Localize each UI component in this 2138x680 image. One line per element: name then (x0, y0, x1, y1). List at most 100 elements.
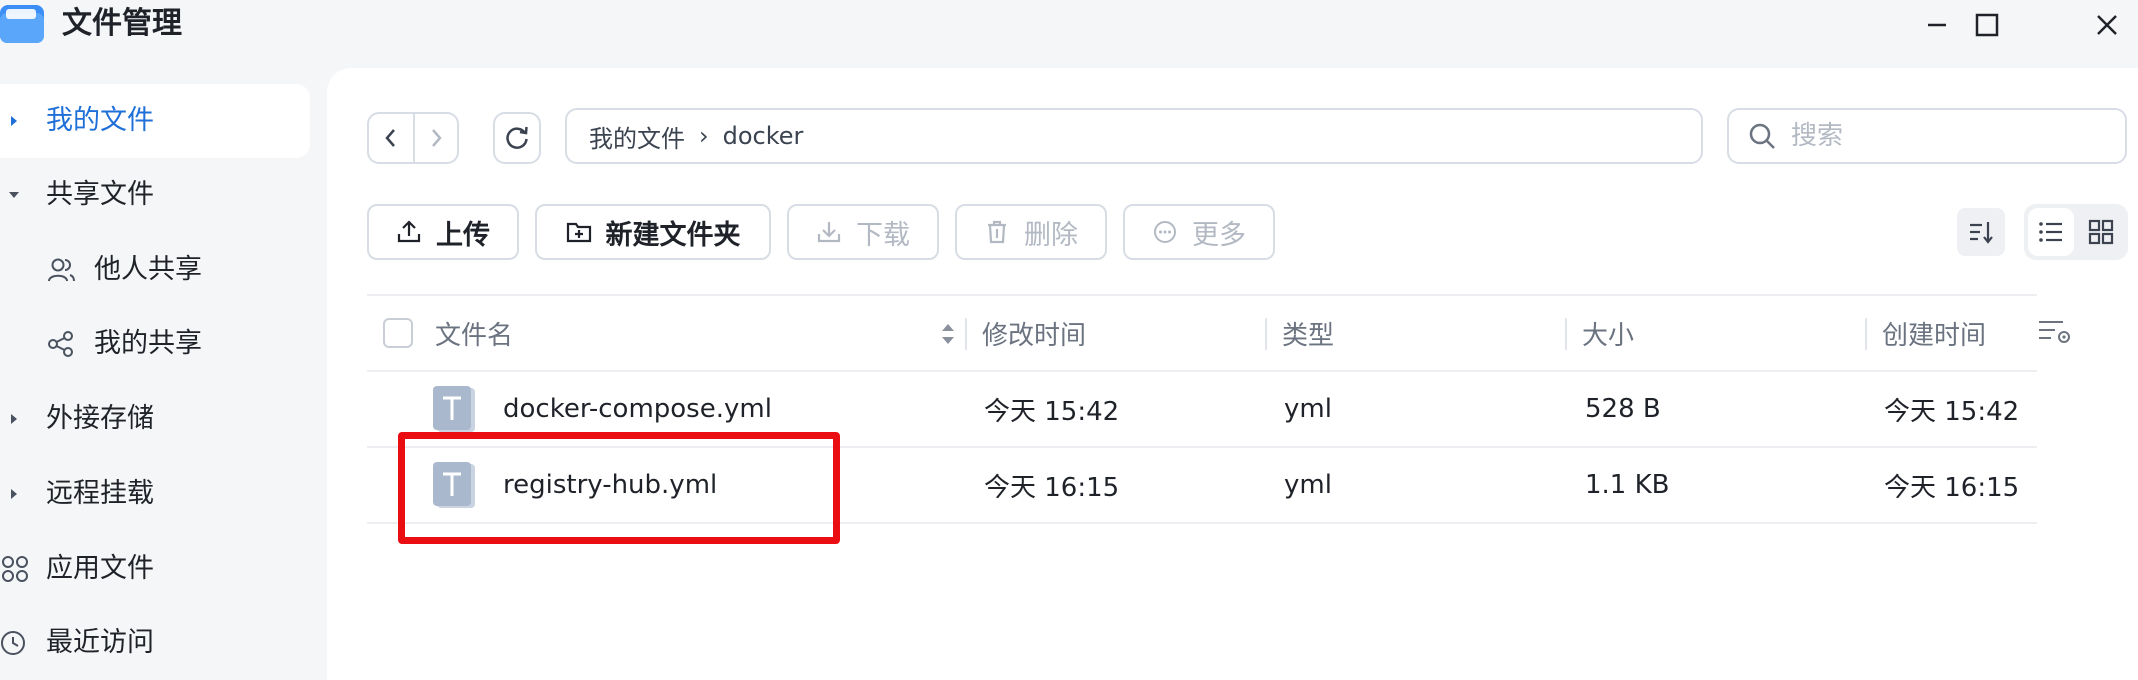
sidebar-item-app-files[interactable]: 应用文件 (0, 532, 310, 606)
file-created: 今天 16:15 (1884, 472, 2020, 503)
column-divider[interactable] (1565, 318, 1567, 350)
sidebar-item-remote-mount[interactable]: 远程挂载 (0, 457, 310, 531)
sort-button[interactable] (1957, 208, 2005, 256)
app-title: 文件管理 (62, 6, 182, 41)
apps-icon (2, 556, 28, 582)
caret-right-icon (11, 489, 17, 499)
column-header-type[interactable]: 类型 (1282, 296, 1334, 370)
sidebar-item-label: 他人共享 (94, 254, 202, 285)
grid-view-icon (2088, 219, 2114, 245)
text-file-icon (433, 462, 475, 508)
refresh-button[interactable] (493, 112, 541, 164)
file-modified: 今天 16:15 (984, 472, 1120, 503)
chevron-right-icon (432, 129, 442, 147)
breadcrumb-root[interactable]: 我的文件 (589, 119, 685, 154)
sidebar-item-label: 应用文件 (46, 553, 154, 584)
sidebar-item-shared-with-me[interactable]: 他人共享 (0, 233, 310, 307)
trash-icon (988, 220, 1006, 244)
delete-button[interactable]: 删除 (955, 204, 1107, 260)
table-row[interactable]: registry-hub.yml 今天 16:15 yml 1.1 KB 今天 … (367, 448, 2037, 524)
breadcrumb[interactable]: 我的文件 › docker (565, 108, 1703, 164)
search-box[interactable] (1727, 108, 2127, 164)
column-header-name[interactable]: 文件名 (435, 296, 513, 370)
new-folder-button[interactable]: 新建文件夹 (535, 204, 771, 260)
sidebar-item-my-shares[interactable]: 我的共享 (0, 307, 310, 381)
table-row[interactable]: docker-compose.yml 今天 15:42 yml 528 B 今天… (367, 372, 2037, 448)
list-view-icon (2039, 222, 2062, 242)
new-folder-label: 新建文件夹 (605, 219, 741, 251)
column-header-label: 文件名 (435, 320, 514, 351)
share-icon (48, 331, 73, 357)
file-type: yml (1284, 394, 1332, 424)
refresh-icon (506, 126, 528, 149)
sidebar-item-label: 外接存储 (46, 403, 154, 434)
upload-label: 上传 (436, 219, 490, 251)
history-nav (367, 112, 459, 164)
more-button[interactable]: 更多 (1123, 204, 1275, 260)
column-header-size[interactable]: 大小 (1582, 296, 1634, 370)
sidebar-item-label: 共享文件 (46, 179, 154, 210)
forward-button[interactable] (413, 114, 457, 162)
sidebar-item-external-storage[interactable]: 外接存储 (0, 382, 310, 456)
sort-arrows-icon[interactable] (939, 320, 957, 348)
column-header-label: 创建时间 (1882, 320, 1987, 351)
close-icon[interactable] (2090, 8, 2124, 42)
column-header-label: 大小 (1582, 320, 1635, 351)
more-icon (1154, 221, 1176, 243)
sidebar-item-label: 最近访问 (46, 627, 154, 658)
maximize-icon[interactable] (1970, 8, 2004, 42)
file-modified: 今天 15:42 (984, 396, 1120, 427)
sort-icon (1970, 222, 1993, 244)
view-toggle (2024, 204, 2128, 260)
caret-down-icon (9, 192, 19, 198)
grid-view-button[interactable] (2078, 208, 2124, 256)
caret-right-icon (11, 116, 17, 126)
sidebar: 我的文件 共享文件 他人共享 我的共享 外接存储 远程挂载 应用文件 最近访问 (0, 68, 325, 680)
upload-icon (397, 220, 421, 243)
sidebar-item-label: 我的文件 (46, 105, 154, 136)
caret-right-icon (11, 414, 17, 424)
file-size: 528 B (1585, 394, 1661, 424)
chevron-left-icon (385, 129, 395, 147)
breadcrumb-current[interactable]: docker (723, 122, 804, 150)
new-folder-icon (566, 222, 591, 243)
download-icon (817, 222, 841, 243)
file-type: yml (1284, 470, 1332, 500)
column-header-created[interactable]: 创建时间 (1882, 296, 1986, 370)
column-divider[interactable] (965, 318, 967, 350)
more-label: 更多 (1192, 219, 1246, 251)
main-panel: 我的文件 › docker 上传 新建文件夹 下载 (327, 68, 2138, 680)
search-icon (1749, 123, 1775, 149)
file-name[interactable]: docker-compose.yml (503, 372, 772, 446)
column-settings-icon[interactable] (2037, 316, 2073, 348)
sidebar-item-label: 远程挂载 (46, 478, 154, 509)
column-divider[interactable] (1865, 318, 1867, 350)
table-header: 文件名 修改时间 类型 大小 创建时间 (367, 294, 2037, 372)
clock-icon (1, 631, 25, 655)
select-all-checkbox[interactable] (383, 318, 413, 348)
file-created: 今天 15:42 (1884, 396, 2020, 427)
column-divider[interactable] (1265, 318, 1267, 350)
download-label: 下载 (856, 219, 910, 251)
search-input[interactable] (1791, 121, 2111, 151)
column-header-modified[interactable]: 修改时间 (982, 296, 1086, 370)
upload-button[interactable]: 上传 (367, 204, 519, 260)
delete-label: 删除 (1024, 219, 1078, 251)
folder-app-icon (0, 5, 44, 43)
sidebar-item-my-files[interactable]: 我的文件 (0, 84, 310, 158)
breadcrumb-separator: › (699, 122, 709, 150)
back-button[interactable] (369, 114, 413, 162)
sidebar-item-shared-files[interactable]: 共享文件 (0, 158, 310, 232)
text-file-icon (433, 386, 475, 432)
file-name[interactable]: registry-hub.yml (503, 448, 717, 522)
column-header-label: 类型 (1282, 320, 1335, 351)
list-view-button[interactable] (2028, 208, 2074, 256)
users-icon (48, 258, 75, 282)
title-bar: 文件管理 (0, 0, 2138, 68)
column-header-label: 修改时间 (982, 320, 1087, 351)
sidebar-item-label: 我的共享 (94, 328, 202, 359)
file-size: 1.1 KB (1585, 470, 1670, 500)
minimize-icon[interactable] (1920, 8, 1954, 42)
sidebar-item-recent[interactable]: 最近访问 (0, 606, 310, 680)
download-button[interactable]: 下载 (787, 204, 939, 260)
